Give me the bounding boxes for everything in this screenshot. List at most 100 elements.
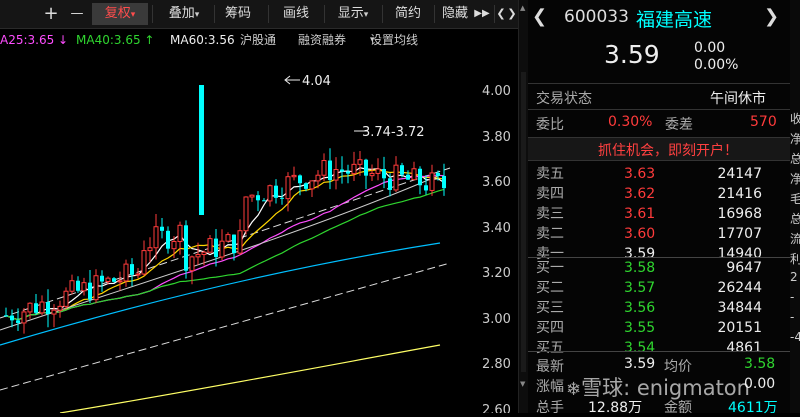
watermark: ❄雪球: enigmaton bbox=[566, 372, 750, 402]
scroll-down-icon[interactable]: ▼ bbox=[520, 380, 525, 388]
ma5-line bbox=[5, 167, 445, 321]
y-tick-label: 3.40 bbox=[482, 220, 511, 236]
orderbook-row[interactable]: 买三 3.56 34844 bbox=[528, 298, 790, 318]
kline-chart-panel[interactable]: + — 复权▾ 叠加▾ 筹码 画线 显示▾ 简约 隐藏 ▶▶ ❮ ❯ A25:3… bbox=[0, 0, 520, 413]
scroll-up-icon[interactable]: ▲ bbox=[520, 4, 525, 12]
candle-body bbox=[262, 200, 266, 202]
caret-down-icon: ▾ bbox=[130, 10, 136, 20]
jianyue-button[interactable]: 简约 bbox=[386, 3, 430, 25]
huaxian-button[interactable]: 画线 bbox=[274, 3, 318, 25]
far-right-label: 净 bbox=[790, 172, 800, 186]
candle-body bbox=[267, 185, 273, 202]
candle-body bbox=[117, 280, 123, 283]
far-right-label: 收 bbox=[790, 112, 800, 126]
candle-body bbox=[237, 230, 243, 254]
zoom-in-button[interactable]: + bbox=[40, 3, 62, 25]
prev-stock-icon[interactable]: ❮ bbox=[532, 6, 547, 27]
stock-code: 600033 bbox=[564, 7, 629, 27]
orderbook-row[interactable]: 买五 3.54 4861 bbox=[528, 338, 790, 358]
caret-down-icon: ▾ bbox=[370, 35, 375, 45]
orderbook-row[interactable]: 卖四 3.62 21416 bbox=[528, 184, 790, 204]
ma25-value: A25:3.65 ↓ bbox=[0, 33, 69, 47]
candle-body bbox=[130, 264, 134, 275]
far-right-label: 2 bbox=[790, 270, 798, 284]
yincang-button[interactable]: 隐藏 bbox=[438, 3, 472, 25]
orderbook-price: 3.60 bbox=[624, 226, 656, 242]
candle-body bbox=[298, 175, 302, 184]
candle-body bbox=[304, 183, 308, 189]
far-right-label: 流 bbox=[790, 232, 800, 246]
candle-body bbox=[123, 263, 129, 282]
candle-body bbox=[88, 282, 92, 300]
candle-body bbox=[418, 168, 422, 186]
candle-body bbox=[4, 315, 8, 317]
y-tick-label: 3.20 bbox=[482, 266, 511, 282]
candle-body bbox=[207, 238, 213, 253]
far-right-label: 净 bbox=[790, 132, 800, 146]
y-tick-label: 2.60 bbox=[482, 403, 511, 413]
candle-body bbox=[357, 159, 363, 165]
current-price: 3.59 bbox=[604, 40, 660, 69]
zs-label: 总手 bbox=[536, 400, 564, 416]
candle-body bbox=[442, 175, 446, 189]
candle-body bbox=[364, 159, 368, 176]
hugutong-link[interactable]: 沪股通 bbox=[240, 30, 276, 50]
open-account-banner[interactable]: 抓住机会，即刻开户！ bbox=[528, 137, 790, 161]
avg-value: 3.58 bbox=[744, 356, 776, 372]
xianshi-button[interactable]: 显示▾ bbox=[328, 3, 378, 25]
scroll-thumb[interactable] bbox=[521, 72, 526, 372]
candle-body bbox=[34, 303, 38, 313]
candlestick-chart[interactable]: 4.04 3.74-3.72 bbox=[0, 48, 520, 413]
orderbook-row[interactable]: 卖三 3.61 16968 bbox=[528, 204, 790, 224]
orderbook-volume: 21416 bbox=[717, 186, 762, 202]
orderbook-volume: 9647 bbox=[726, 260, 762, 276]
orderbook-price: 3.58 bbox=[624, 260, 656, 276]
next-stock-icon[interactable]: ❯ bbox=[764, 6, 779, 27]
price-change-pct: 0.00% bbox=[694, 57, 739, 73]
chouma-button[interactable]: 筹码 bbox=[216, 3, 260, 25]
watermark-text: 雪球: enigmaton bbox=[581, 376, 750, 400]
more-icon[interactable]: ▶▶ bbox=[472, 3, 492, 25]
orderbook-volume: 17707 bbox=[717, 226, 762, 242]
promo-text: 抓住机会，即刻开户！ bbox=[598, 143, 738, 159]
weicha-value: 570 bbox=[750, 114, 777, 130]
chart-annotations: 4.04 3.74-3.72 bbox=[284, 74, 425, 140]
candle-body bbox=[171, 241, 177, 250]
candle-body bbox=[424, 185, 428, 191]
high-label: 4.04 bbox=[302, 74, 331, 89]
candle-body bbox=[369, 172, 375, 177]
stock-name: 福建高速 bbox=[636, 9, 713, 31]
candle-body bbox=[375, 168, 381, 174]
scroll-left-icon[interactable]: ❮ bbox=[496, 3, 506, 25]
candle-body bbox=[333, 169, 339, 181]
scroll-right-icon[interactable]: ❯ bbox=[507, 3, 517, 25]
far-right-label: 总 bbox=[790, 212, 800, 226]
chart-toolbar: + — 复权▾ 叠加▾ 筹码 画线 显示▾ 简约 隐藏 ▶▶ ❮ ❯ bbox=[0, 0, 520, 29]
candle-body bbox=[69, 280, 75, 292]
rzrq-link[interactable]: 融资融券 bbox=[298, 30, 346, 50]
y-tick-label: 3.80 bbox=[482, 129, 511, 145]
candle-body bbox=[280, 197, 284, 199]
orderbook-row[interactable]: 卖二 3.60 17707 bbox=[528, 224, 790, 244]
candle-body bbox=[21, 311, 27, 324]
fuquan-button[interactable]: 复权▾ bbox=[92, 3, 148, 25]
orderbook-price: 3.57 bbox=[624, 280, 656, 296]
orderbook-label: 买四 bbox=[536, 320, 564, 336]
candle-body bbox=[10, 315, 14, 321]
orderbook-label: 卖五 bbox=[536, 166, 564, 182]
orderbook-row[interactable]: 卖五 3.63 24147 bbox=[528, 164, 790, 184]
price-change: 0.00 bbox=[694, 40, 726, 56]
far-right-label: 利 bbox=[790, 252, 800, 266]
candle-body bbox=[93, 275, 99, 301]
orderbook-row[interactable]: 买二 3.57 26244 bbox=[528, 278, 790, 298]
orderbook-price: 3.63 bbox=[624, 166, 656, 182]
divider bbox=[528, 83, 790, 84]
candle-body bbox=[388, 178, 392, 190]
orderbook-row[interactable]: 买四 3.55 20151 bbox=[528, 318, 790, 338]
candle-body bbox=[249, 194, 255, 198]
orderbook-row[interactable]: 买一 3.58 9647 bbox=[528, 258, 790, 278]
zoom-out-button[interactable]: — bbox=[66, 3, 88, 25]
diejia-button[interactable]: 叠加▾ bbox=[156, 3, 212, 25]
orderbook-label: 买二 bbox=[536, 280, 564, 296]
orderbook-label: 卖二 bbox=[536, 226, 564, 242]
